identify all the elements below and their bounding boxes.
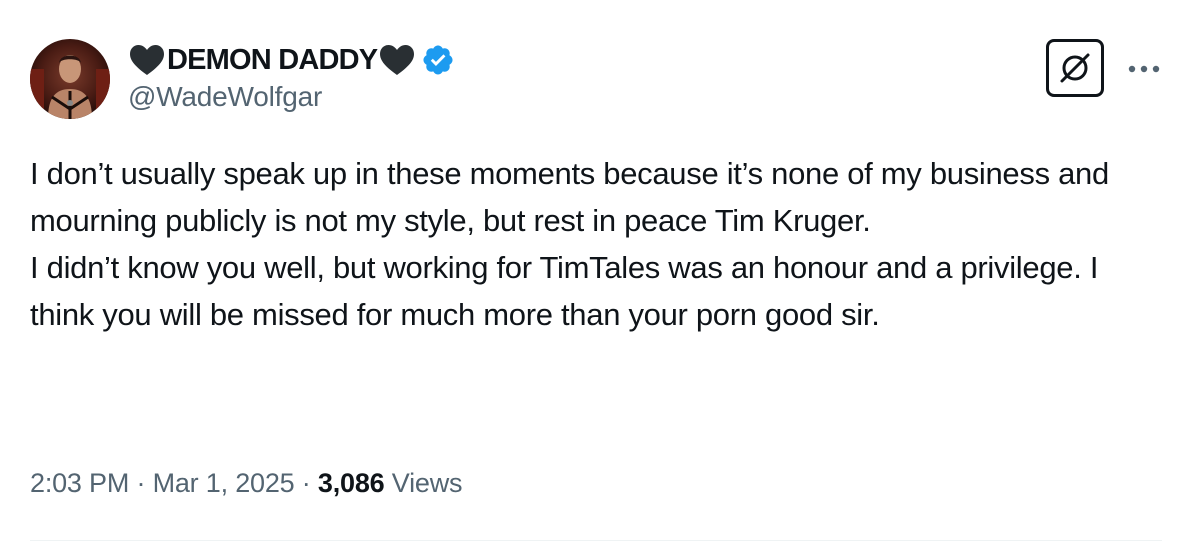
- author-handle[interactable]: @WadeWolfgar: [128, 81, 322, 113]
- separator: ·: [136, 468, 146, 498]
- ellipsis-icon: [1128, 65, 1160, 73]
- verified-badge-icon[interactable]: [421, 43, 455, 77]
- black-heart-icon: [130, 45, 164, 75]
- tweet-text: I don’t usually speak up in these moment…: [30, 156, 1109, 332]
- grok-button[interactable]: [1046, 39, 1104, 97]
- author-name-row[interactable]: DEMON DADDY: [128, 40, 455, 80]
- grok-icon: [1060, 53, 1090, 83]
- tweet-time[interactable]: 2:03 PM: [30, 468, 129, 498]
- separator: ·: [301, 468, 311, 498]
- views-label[interactable]: Views: [392, 468, 463, 498]
- avatar[interactable]: [30, 39, 110, 119]
- divider: [30, 540, 1162, 541]
- author-display-name: DEMON DADDY: [167, 43, 378, 76]
- tweet-date[interactable]: Mar 1, 2025: [153, 468, 295, 498]
- tweet-metadata: 2:03 PM · Mar 1, 2025 · 3,086 Views: [30, 468, 463, 499]
- more-options-button[interactable]: [1124, 55, 1164, 83]
- views-count[interactable]: 3,086: [318, 468, 385, 498]
- avatar-image: [30, 39, 110, 119]
- black-heart-icon: [380, 45, 415, 75]
- tweet: DEMON DADDY @WadeWolfgar I don’t usually…: [0, 0, 1202, 546]
